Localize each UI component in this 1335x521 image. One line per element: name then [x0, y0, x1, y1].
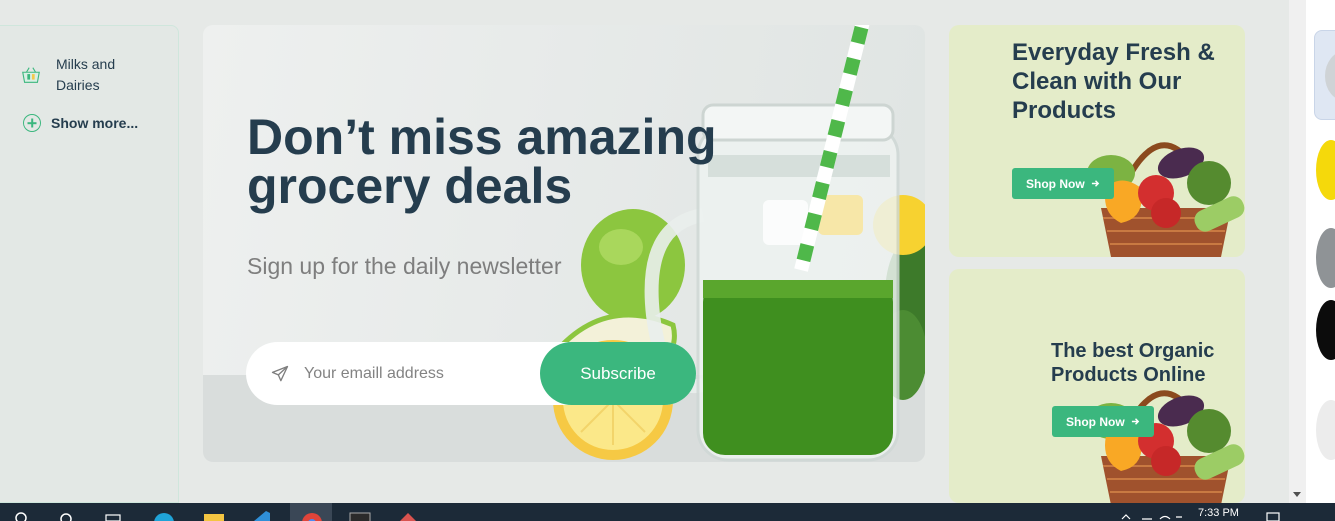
taskbar-clock[interactable]: 7:33 PM	[1198, 507, 1239, 519]
plus-circle-icon	[23, 114, 41, 132]
thumbnail-image[interactable]	[1316, 228, 1335, 288]
category-label: Milks and Dairies	[56, 56, 116, 93]
paint-app-icon[interactable]	[396, 511, 420, 521]
shop-now-button[interactable]: Shop Now	[1012, 168, 1114, 199]
category-item-milks-dairies[interactable]: Milks and Dairies	[20, 54, 136, 96]
hero-subtitle: Sign up for the daily newsletter	[247, 253, 562, 279]
show-more-link[interactable]: Show more...	[23, 114, 138, 132]
subscribe-button[interactable]: Subscribe	[540, 342, 696, 405]
os-taskbar: 7:33 PM	[0, 503, 1335, 521]
system-tray-icons[interactable]	[1118, 511, 1188, 521]
shop-now-button[interactable]: Shop Now	[1052, 406, 1154, 437]
newsletter-form: Subscribe	[246, 342, 696, 405]
chrome-icon[interactable]	[300, 511, 324, 521]
arrow-right-icon	[1131, 418, 1139, 425]
milk-basket-icon	[22, 67, 40, 83]
thumbnail-image[interactable]	[1316, 400, 1335, 460]
banner-title: Everyday Fresh & Clean with Our Products	[1012, 39, 1215, 124]
show-more-label: Show more...	[51, 115, 139, 131]
banner-title: The best Organic Products Online	[1051, 340, 1215, 386]
terminal-icon[interactable]	[348, 511, 372, 521]
thumbnail-image[interactable]	[1316, 300, 1335, 360]
newsletter-hero-banner: Don’t miss amazing grocery deals Sign up…	[203, 25, 925, 462]
arrow-right-icon	[1091, 180, 1099, 187]
thumbnail-image[interactable]	[1316, 140, 1335, 200]
notification-icon[interactable]	[1266, 511, 1280, 521]
thumbnail-image[interactable]	[1314, 30, 1335, 120]
file-explorer-icon[interactable]	[202, 511, 226, 521]
shop-now-label: Shop Now	[1026, 176, 1085, 191]
scroll-down-arrow-icon[interactable]	[1293, 492, 1301, 497]
promo-banner-fresh: Everyday Fresh & Clean with Our Products…	[949, 25, 1245, 257]
hero-title: Don’t miss amazing grocery deals	[247, 109, 717, 214]
page-scrollbar[interactable]	[1289, 0, 1306, 503]
search-icon[interactable]	[58, 511, 74, 521]
category-sidebar: Milks and Dairies Show more...	[0, 25, 179, 503]
send-icon	[271, 365, 289, 382]
email-input[interactable]	[304, 360, 534, 388]
shop-now-label: Shop Now	[1066, 414, 1125, 429]
adjacent-window-strip	[1306, 0, 1335, 503]
vscode-icon[interactable]	[250, 511, 274, 521]
vegetable-basket-image	[1087, 390, 1245, 503]
edge-browser-icon[interactable]	[152, 511, 176, 521]
start-icon[interactable]	[14, 511, 28, 521]
task-view-icon[interactable]	[104, 511, 122, 521]
promo-banner-organic: The best Organic Products Online Shop No…	[949, 269, 1245, 503]
